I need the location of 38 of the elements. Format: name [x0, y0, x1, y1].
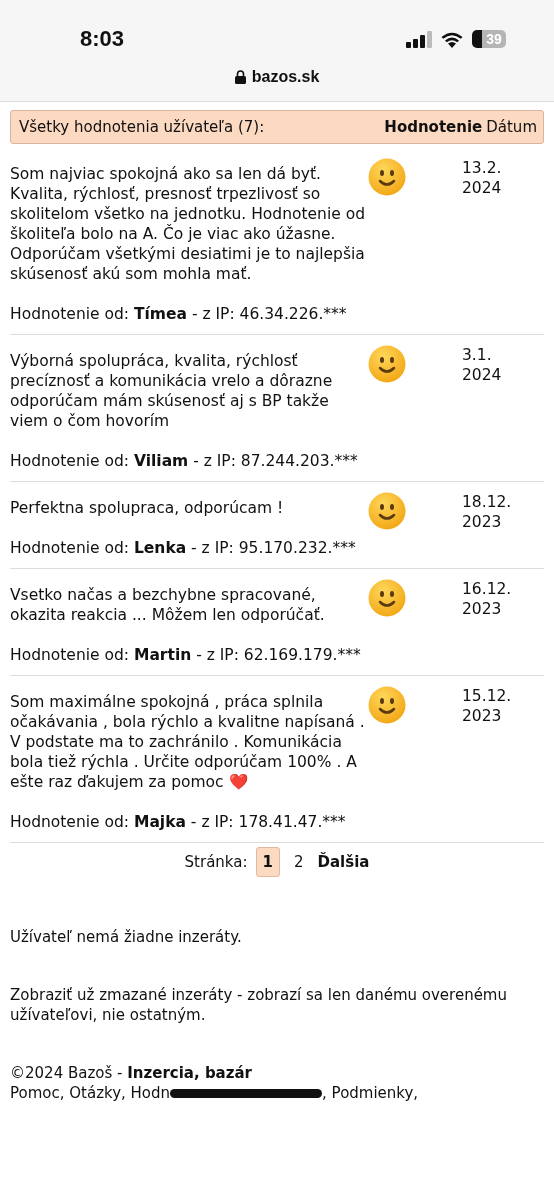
review-text: Vsetko načas a bezchybne spracované, okazita reakcia ... Môžem len odporúčať.: [10, 585, 326, 625]
review-date: 16.12. 2023: [462, 579, 513, 620]
smiley-icon: [368, 158, 406, 196]
ratings-title: Všetky hodnotenia užívateľa (7):: [19, 118, 266, 136]
smiley-icon: [368, 345, 406, 383]
no-ads-message: Užívateľ nemá žiadne inzeráty.: [10, 927, 243, 947]
lock-icon: [234, 70, 246, 84]
review-author: Hodnotenie od: Tímea - z IP: 46.34.226.***: [10, 304, 348, 324]
clock-time: 8:03: [80, 26, 125, 52]
review-date: 15.12. 2023: [462, 686, 513, 727]
pagination-label: Stránka:: [184, 853, 248, 871]
review-text: Výborná spolupráca, kvalita, rýchlosť precíznosť a komunikácia vrelo a dôrazne odporúčam mám skúsenosť aj s BP takže viem o čom hovorím: [10, 351, 334, 431]
review-text: Som maximálne spokojná , práca splnila očakávania , bola rýchlo a kvalitne napísaná . V podstate ma to zachránilo . Komunikácia bola tiež rýchla . Určite odporúčam 100% . A ešte raz ďakujem za pomoc ❤: [10, 692, 366, 792]
smiley-icon: [368, 492, 406, 530]
copyright-text: ©2024 Bazoš - Inzercia, bazár: [10, 1063, 253, 1083]
page-button[interactable]: 2: [287, 848, 310, 876]
footer-links[interactable]: Pomoc, Otázky, Hodn: [10, 1084, 171, 1102]
review-date: 13.2. 2024: [462, 158, 503, 199]
review-author: Hodnotenie od: Martin - z IP: 62.169.179.***: [10, 645, 362, 665]
wifi-icon: [440, 30, 464, 48]
battery-level: 39: [472, 30, 506, 48]
review-text: Som najviac spokojná ako sa len dá byť. Kvalita, rýchlosť, presnosť trpezlivosť so skolitelom všetko na jednotku. Hodnotenie od školiteľa bolo na A. Čo je viac ako úžasne. Odporúčam všetkými desiatimi je to najlepšia skúsenosť akú som mohla mať.: [10, 164, 366, 284]
column-heading: Dátum: [486, 118, 537, 136]
review-date: 3.1. 2024: [462, 345, 503, 386]
smiley-icon: [368, 686, 406, 724]
review-author: Hodnotenie od: Lenka - z IP: 95.170.232.***: [10, 538, 357, 558]
deleted-ads-link[interactable]: Zobraziť už zmazané inzeráty - zobrazí sa len danému overenému užívateľovi, nie ostatným.: [10, 985, 544, 1025]
review-author: Hodnotenie od: Viliam - z IP: 87.244.203.***: [10, 451, 359, 471]
footer-links[interactable]: , Podmienky,: [322, 1084, 419, 1102]
column-heading: Hodnotenie: [384, 118, 483, 136]
page-button[interactable]: 1: [255, 847, 280, 877]
review-date: 18.12. 2023: [462, 492, 513, 533]
url-text[interactable]: bazos.sk: [251, 68, 320, 86]
next-page-link[interactable]: Ďalšia: [317, 853, 370, 871]
review-text: Perfektna spolupraca, odporúcam !: [10, 498, 285, 518]
review-author: Hodnotenie od: Majka - z IP: 178.41.47.***: [10, 812, 347, 832]
smiley-icon: [368, 579, 406, 617]
signal-icon: [406, 30, 432, 48]
